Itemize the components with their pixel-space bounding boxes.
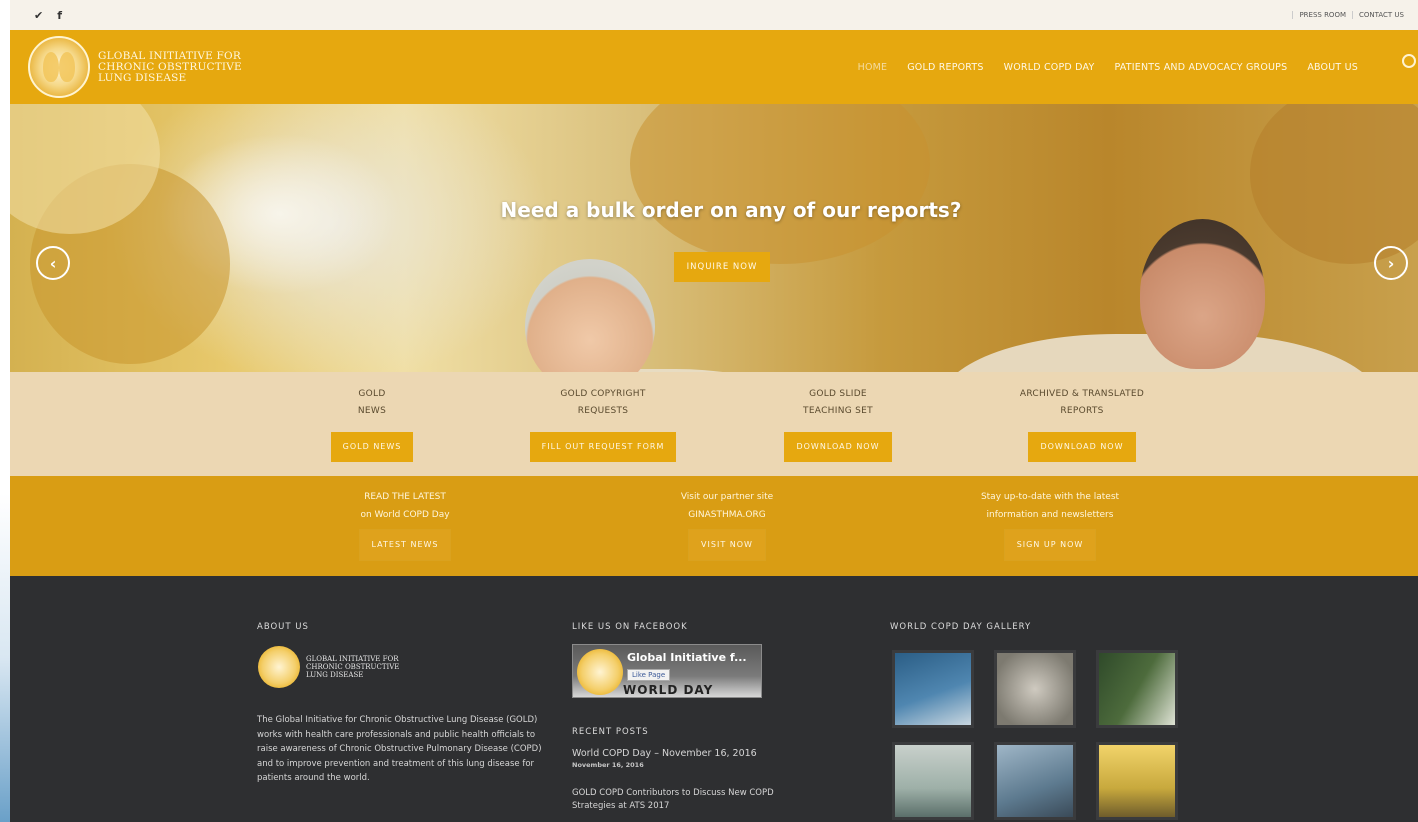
contact-us-link[interactable]: CONTACT US — [1352, 11, 1410, 19]
slider-prev-icon[interactable]: ‹ — [36, 246, 70, 280]
recent-post[interactable]: World COPD Day – November 16, 2016 Novem… — [572, 748, 757, 769]
post-title-continued[interactable]: Strategies at ATS 2017 — [572, 801, 774, 811]
partner-site-block: Visit our partner site GINASTHMA.ORG VISI… — [662, 488, 792, 560]
slide-teaching-set-block: GOLD SLIDE TEACHING SET DOWNLOAD NOW — [776, 386, 900, 462]
sign-up-button[interactable]: SIGN UP NOW — [1004, 530, 1096, 560]
latest-news-block: READ THE LATEST on World COPD Day LATEST … — [340, 488, 470, 560]
logo-text: GLOBAL INITIATIVE FOR CHRONIC OBSTRUCTIV… — [98, 49, 242, 84]
gallery-thumb[interactable] — [994, 650, 1076, 728]
top-bar: ✔ f PRESS ROOM CONTACT US — [10, 0, 1418, 30]
fb-banner-text: WORLD DAY — [623, 683, 714, 697]
gold-news-button[interactable]: GOLD NEWS — [330, 432, 414, 462]
left-edge-decoration — [0, 0, 10, 822]
social-links: ✔ f — [34, 9, 62, 22]
press-room-link[interactable]: PRESS ROOM — [1292, 11, 1352, 19]
search-icon[interactable] — [1402, 54, 1416, 68]
facebook-heading: LIKE US ON FACEBOOK — [572, 622, 688, 632]
nav-home[interactable]: HOME — [858, 62, 888, 73]
copyright-requests-block: GOLD COPYRIGHT REQUESTS FILL OUT REQUEST … — [518, 386, 688, 462]
gallery-heading: WORLD COPD DAY GALLERY — [890, 622, 1032, 632]
latest-news-button[interactable]: LATEST NEWS — [359, 530, 451, 560]
lungs-logo-icon — [28, 36, 90, 98]
recent-posts-heading: RECENT POSTS — [572, 727, 649, 737]
footer: ABOUT US GLOBAL INITIATIVE FOR CHRONIC O… — [10, 576, 1418, 822]
gallery-thumb[interactable] — [994, 742, 1076, 820]
hero-slider: Need a bulk order on any of our reports?… — [10, 104, 1418, 372]
main-nav: HOME GOLD REPORTS WORLD COPD DAY PATIENT… — [858, 30, 1358, 104]
facebook-icon[interactable]: f — [57, 9, 62, 22]
website-page: ✔ f PRESS ROOM CONTACT US GLOBAL INITIAT… — [10, 0, 1418, 822]
hero-title: Need a bulk order on any of our reports? — [500, 198, 962, 222]
top-links: PRESS ROOM CONTACT US — [1292, 11, 1410, 19]
post-title[interactable]: GOLD COPD Contributors to Discuss New CO… — [572, 788, 774, 798]
download-slides-button[interactable]: DOWNLOAD NOW — [784, 432, 892, 462]
about-description: The Global Initiative for Chronic Obstru… — [257, 715, 542, 783]
archived-reports-block: ARCHIVED & TRANSLATED REPORTS DOWNLOAD NO… — [1002, 386, 1162, 462]
footer-about-heading: ABOUT US — [257, 622, 309, 632]
recent-post[interactable]: GOLD COPD Contributors to Discuss New CO… — [572, 788, 774, 811]
facebook-widget[interactable]: Global Initiative f... Like Page WORLD D… — [572, 644, 762, 698]
footer-logo: GLOBAL INITIATIVE FOR CHRONIC OBSTRUCTIV… — [258, 646, 399, 688]
gallery-thumb[interactable] — [892, 650, 974, 728]
inquire-now-button[interactable]: INQUIRE NOW — [674, 252, 770, 282]
nav-about-us[interactable]: ABOUT US — [1307, 62, 1358, 73]
fb-page-avatar — [577, 649, 623, 695]
fb-page-name[interactable]: Global Initiative f... — [627, 651, 747, 664]
visit-now-button[interactable]: VISIT NOW — [689, 530, 765, 560]
nav-patients-advocacy[interactable]: PATIENTS AND ADVOCACY GROUPS — [1114, 62, 1287, 73]
post-title[interactable]: World COPD Day – November 16, 2016 — [572, 748, 757, 759]
fill-request-form-button[interactable]: FILL OUT REQUEST FORM — [529, 432, 677, 462]
gold-news-block: GOLD NEWS GOLD NEWS — [322, 386, 422, 462]
main-header: GLOBAL INITIATIVE FOR CHRONIC OBSTRUCTIV… — [10, 30, 1418, 104]
gallery-thumb[interactable] — [1096, 742, 1178, 820]
gallery-thumb[interactable] — [1096, 650, 1178, 728]
nav-gold-reports[interactable]: GOLD REPORTS — [907, 62, 983, 73]
resources-band: GOLD NEWS GOLD NEWS GOLD COPYRIGHT REQUEST… — [10, 372, 1418, 476]
post-date: November 16, 2016 — [572, 761, 644, 769]
newsletter-block: Stay up-to-date with the latest informati… — [950, 488, 1150, 560]
promo-band: READ THE LATEST on World COPD Day LATEST … — [10, 476, 1418, 576]
nav-world-copd-day[interactable]: WORLD COPD DAY — [1004, 62, 1095, 73]
site-logo[interactable]: GLOBAL INITIATIVE FOR CHRONIC OBSTRUCTIV… — [28, 36, 242, 98]
fb-like-button[interactable]: Like Page — [627, 669, 671, 681]
download-archived-button[interactable]: DOWNLOAD NOW — [1028, 432, 1136, 462]
twitter-icon[interactable]: ✔ — [34, 9, 43, 22]
slider-next-icon[interactable]: › — [1374, 246, 1408, 280]
gallery-thumb[interactable] — [892, 742, 974, 820]
lungs-logo-icon — [258, 646, 300, 688]
